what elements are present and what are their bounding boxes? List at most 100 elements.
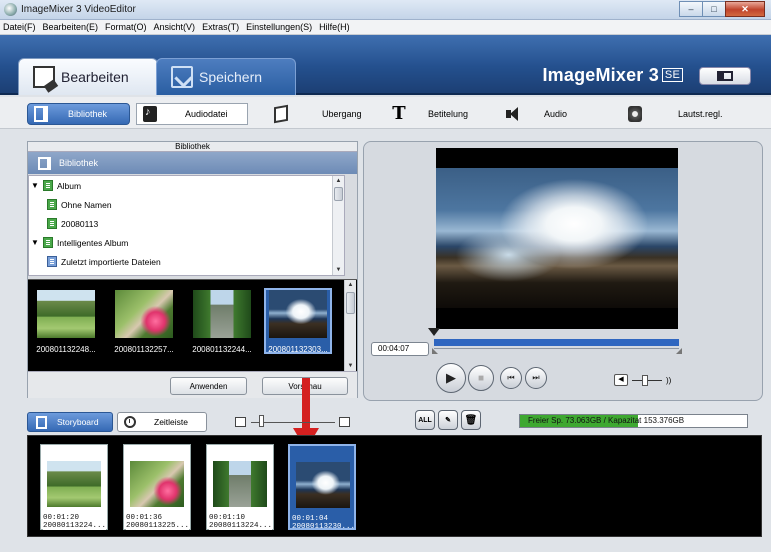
storyboard-toolbar: Storyboard Zeitleiste ALL ✎ 🗑 Freier Sp.…	[27, 410, 762, 434]
library-thumbnail[interactable]: 200801132244...	[188, 288, 256, 354]
tool-betitelung[interactable]: T Betitelung	[386, 103, 486, 125]
tool-lautstaerke[interactable]: Lautst.regl.	[622, 103, 752, 125]
scroll-down-icon[interactable]: ▼	[333, 265, 344, 275]
menu-extras[interactable]: Extras(T)	[202, 22, 239, 32]
menu-bar: Datei(F) Bearbeiten(E) Format(O) Ansicht…	[0, 20, 771, 35]
tool-bibliothek[interactable]: Bibliothek	[27, 103, 130, 125]
mute-speaker-icon[interactable]: ◀	[614, 374, 628, 386]
tab-storyboard[interactable]: Storyboard	[27, 412, 113, 432]
edit-clip-icon[interactable]: ✎	[438, 410, 458, 430]
menu-bearbeiten[interactable]: Bearbeiten(E)	[43, 22, 99, 32]
speaker-icon	[506, 106, 520, 122]
menu-einstellungen[interactable]: Einstellungen(S)	[246, 22, 312, 32]
volume-control: ◀ ))	[614, 374, 671, 386]
trash-icon[interactable]: 🗑	[461, 410, 481, 430]
clip-thumbnails: 200801132248... 200801132257... 20080113…	[28, 279, 357, 371]
playhead-icon[interactable]	[428, 328, 440, 336]
library-icon	[34, 106, 48, 122]
close-button[interactable]: ✕	[725, 1, 765, 17]
scroll-up-icon[interactable]: ▲	[333, 176, 344, 186]
thumbnail-image	[37, 290, 95, 338]
library-icon	[38, 156, 51, 170]
tool-ubergang[interactable]: Ubergang	[268, 103, 368, 125]
thumbnail-image	[193, 290, 251, 338]
tree-item-20080113[interactable]: 20080113	[43, 214, 98, 233]
menu-format[interactable]: Format(O)	[105, 22, 147, 32]
save-export-icon	[171, 66, 193, 88]
forward-button[interactable]: ⏭	[525, 367, 547, 389]
edit-toolbar: Bibliothek Audiodatei Ubergang T Betitel…	[0, 97, 771, 129]
clip-image	[296, 462, 350, 508]
thumbnail-image	[269, 290, 327, 338]
tab-bearbeiten[interactable]: Bearbeiten	[18, 58, 158, 95]
library-header: Bibliothek	[28, 152, 357, 174]
panel-icon	[717, 71, 733, 81]
storyboard-clip-selected[interactable]: 00:01:04 20080113230...	[288, 444, 356, 531]
library-thumbnail[interactable]: 200801132248...	[32, 288, 100, 354]
recent-import-icon	[47, 256, 57, 267]
seek-bar[interactable]	[434, 339, 679, 346]
play-button[interactable]: ▶	[436, 363, 466, 393]
library-thumbnail-selected[interactable]: 200801132303...	[264, 288, 332, 354]
thumbnail-image	[115, 290, 173, 338]
out-marker-icon[interactable]	[676, 348, 682, 354]
scroll-down-icon[interactable]: ▼	[345, 361, 356, 371]
zoom-slider[interactable]	[235, 415, 353, 428]
clip-image	[213, 461, 267, 507]
menu-hilfe[interactable]: Hilfe(H)	[319, 22, 350, 32]
menu-datei[interactable]: Datei(F)	[3, 22, 36, 32]
brand-logo: ImageMixer 3 SE	[542, 65, 683, 86]
preview-panel: 00:04:07 ▶ ■ ⏮ ⏭ ◀ ))	[363, 141, 763, 401]
storyboard-clip[interactable]: 00:01:36 20080113225...	[123, 444, 191, 530]
scroll-thumb[interactable]	[346, 292, 355, 314]
volume-knob[interactable]	[642, 374, 648, 386]
storyboard-clip[interactable]: 00:01:20 20080113224...	[40, 444, 108, 530]
gear-icon	[628, 106, 642, 122]
album-tree: ▼ Album Ohne Namen 20080113 ▼ Intelligen…	[28, 175, 345, 276]
expand-arrow-icon[interactable]: ▼	[31, 181, 39, 190]
video-frame-image	[436, 168, 678, 308]
window-title: ImageMixer 3 VideoEditor	[21, 4, 136, 15]
storyboard-icon	[36, 415, 47, 429]
stop-button[interactable]: ■	[468, 365, 494, 391]
zoom-out-icon[interactable]	[235, 417, 246, 427]
clock-icon	[124, 416, 136, 428]
select-all-button[interactable]: ALL	[415, 410, 435, 430]
apply-button[interactable]: Anwenden	[170, 377, 247, 395]
smart-album-icon	[43, 237, 53, 248]
timecode-display: 00:04:07	[371, 342, 429, 356]
zoom-in-icon[interactable]	[339, 417, 350, 427]
library-panel-title: Bibliothek	[28, 142, 357, 152]
storyboard-clip[interactable]: 00:01:10 20080113224...	[206, 444, 274, 530]
scroll-thumb[interactable]	[334, 187, 343, 201]
tree-scrollbar[interactable]: ▲ ▼	[332, 176, 344, 275]
view-toggle-button[interactable]	[699, 67, 751, 85]
album-icon	[43, 180, 53, 191]
video-preview	[436, 148, 678, 329]
maximize-button[interactable]: □	[702, 1, 726, 17]
app-window: ImageMixer 3 VideoEditor – □ ✕ Datei(F) …	[0, 0, 771, 552]
zoom-knob[interactable]	[259, 415, 264, 427]
seek-track	[434, 348, 679, 349]
tree-item-album[interactable]: ▼ Album	[29, 176, 81, 195]
minimize-button[interactable]: –	[679, 1, 703, 17]
tool-audiodatei[interactable]: Audiodatei	[136, 103, 248, 125]
thumbnail-scrollbar[interactable]: ▲ ▼	[344, 280, 356, 371]
tool-audio[interactable]: Audio	[500, 103, 590, 125]
tab-speichern[interactable]: Speichern	[156, 58, 296, 95]
library-thumbnail[interactable]: 200801132257...	[110, 288, 178, 354]
tree-item-intelligentes-album[interactable]: ▼ Intelligentes Album	[29, 233, 128, 252]
expand-arrow-icon[interactable]: ▼	[31, 238, 39, 247]
in-marker-icon[interactable]	[432, 348, 438, 354]
volume-slider[interactable]	[632, 374, 662, 386]
title-bar: ImageMixer 3 VideoEditor – □ ✕	[0, 0, 771, 20]
capacity-text: Freier Sp. 73.063GB / Kapazitat 153.376G…	[528, 416, 685, 425]
tree-item-ohne-namen[interactable]: Ohne Namen	[43, 195, 112, 214]
menu-ansicht[interactable]: Ansicht(V)	[154, 22, 196, 32]
scroll-up-icon[interactable]: ▲	[345, 280, 356, 290]
tree-item-zuletzt-importiert[interactable]: Zuletzt importierte Dateien	[43, 252, 161, 271]
library-panel: Bibliothek Bibliothek ▼ Album Ohne Namen…	[27, 141, 358, 398]
app-logo-icon	[4, 3, 17, 16]
rewind-button[interactable]: ⏮	[500, 367, 522, 389]
tab-zeitleiste[interactable]: Zeitleiste	[117, 412, 207, 432]
